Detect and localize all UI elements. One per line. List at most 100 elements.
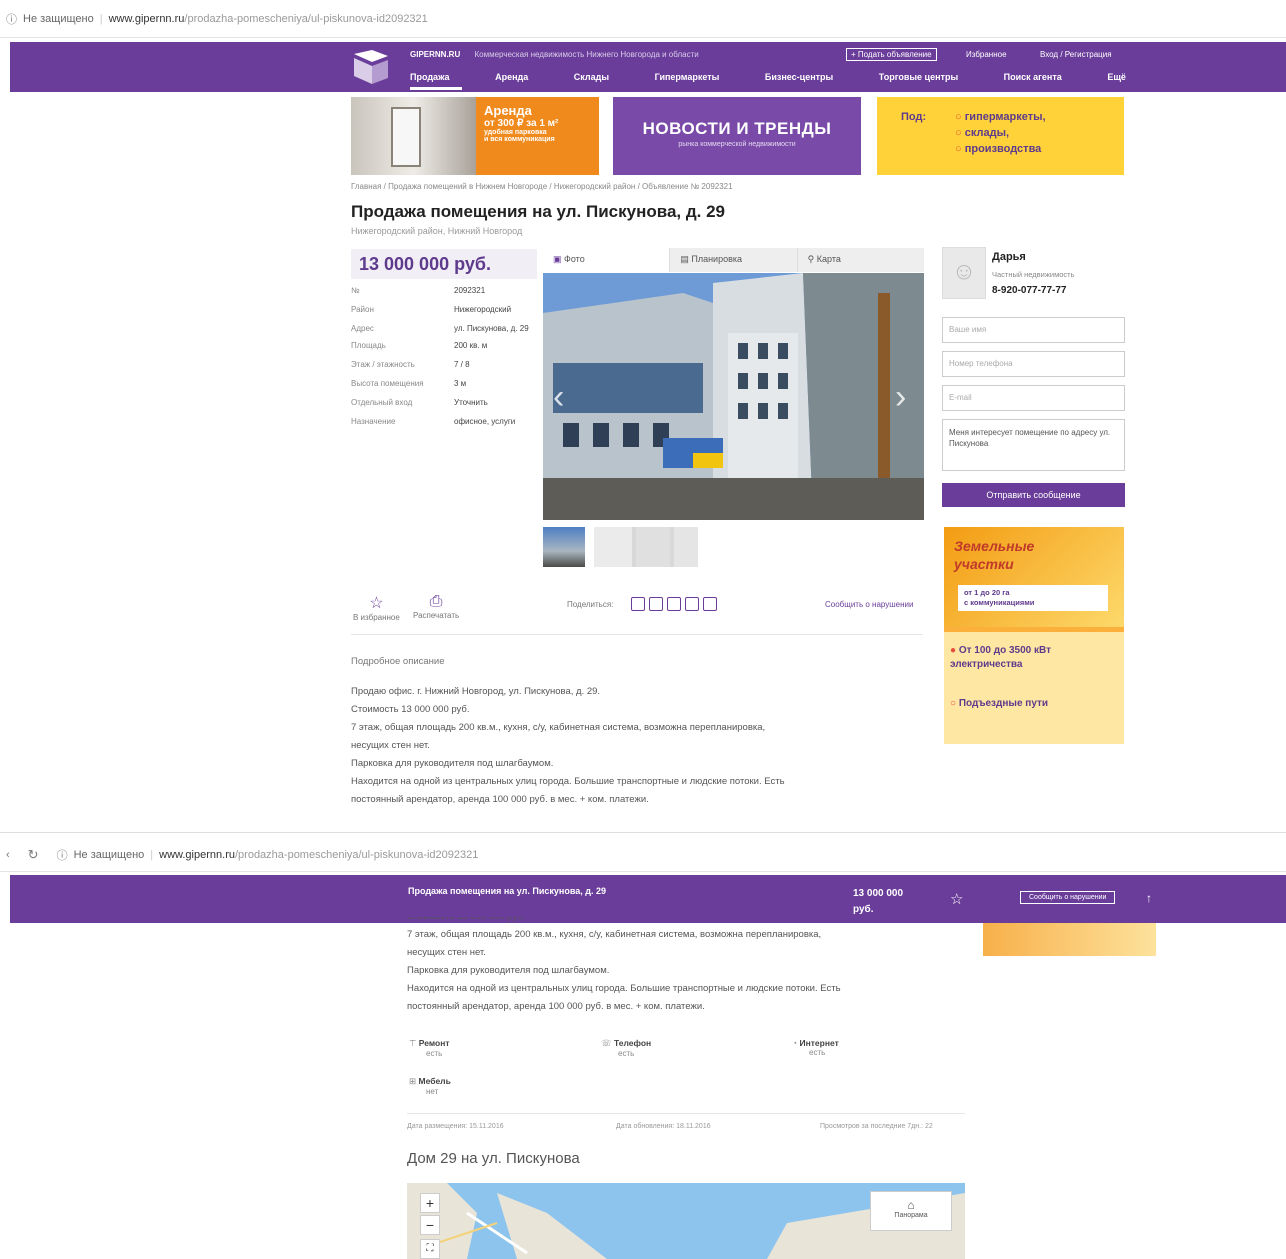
tab-photo[interactable]: ▣ Фото <box>543 248 671 272</box>
nav-item-sale[interactable]: Продажа <box>410 72 450 82</box>
description-line: Парковка для руководителя под шлагбаумом… <box>407 965 610 976</box>
browser-address-bar[interactable]: ‹ ↻ ⓘ Не защищено | www.gipernn.ru/proda… <box>0 838 1286 872</box>
share-mail-icon[interactable] <box>703 597 717 611</box>
land-ad-area: от 1 до 20 га <box>964 588 1010 597</box>
land-ad-power: От 100 до 3500 кВт электричества <box>950 645 1051 670</box>
prop-key: Отдельный вход <box>351 398 413 407</box>
add-ad-button[interactable]: + Подать объявление <box>846 48 937 61</box>
nav-item-business-centers[interactable]: Бизнес-центры <box>765 72 833 82</box>
site-logo[interactable] <box>350 48 392 86</box>
sticky-report-button[interactable]: Сообщить о нарушении <box>1020 891 1116 904</box>
separator: | <box>150 848 154 861</box>
prop-row: Площадь 200 кв. м <box>351 341 541 350</box>
description-line: несущих стен нет. <box>351 740 430 751</box>
land-ad-title: Земельные участки <box>954 538 1035 572</box>
security-label: Не защищено <box>73 848 145 861</box>
message-textarea[interactable]: Меня интересует помещение по адресу ул. … <box>942 419 1125 471</box>
main-photo[interactable]: ‹ › <box>543 273 924 520</box>
photo-thumbnail[interactable] <box>543 527 585 567</box>
sticky-price-number: 13 000 000 <box>853 888 904 899</box>
breadcrumb[interactable]: Главная / Продажа помещений в Нижнем Нов… <box>351 182 733 191</box>
report-link[interactable]: Сообщить о нарушении <box>825 600 913 609</box>
site-tagline: Коммерческая недвижимость Нижнего Новгор… <box>474 50 699 59</box>
share-twitter-icon[interactable] <box>685 597 699 611</box>
nav-item-agents[interactable]: Поиск агента <box>1004 72 1062 82</box>
reload-icon[interactable]: ↻ <box>28 847 39 863</box>
photo-thumbnail[interactable] <box>632 527 674 567</box>
banner-hypermarkets[interactable]: Под: ○ гипермаркеты, ○ склады, ○ произво… <box>877 97 1124 175</box>
banner-rent[interactable]: Аренда от 300 ₽ за 1 м² удобная парковка… <box>351 97 599 175</box>
zoom-out-button[interactable]: − <box>420 1215 440 1235</box>
share-ok-icon[interactable] <box>667 597 681 611</box>
url-text[interactable]: www.gipernn.ru/prodazha-pomescheniya/ul-… <box>109 13 428 25</box>
phone-icon: ☏ <box>601 1038 612 1048</box>
next-photo-arrow-icon[interactable]: › <box>895 378 906 417</box>
phone-field[interactable]: Номер телефона <box>942 351 1125 377</box>
ad-fragment[interactable] <box>983 923 1156 956</box>
description-line: постоянный арендатор, аренда 100 000 руб… <box>351 794 649 805</box>
nav-item-rent[interactable]: Аренда <box>495 72 528 82</box>
description-heading: Подробное описание <box>351 656 445 667</box>
prop-value: 2092321 <box>454 286 486 295</box>
prop-row: Высота помещения 3 м <box>351 379 541 388</box>
login-link[interactable]: Вход / Регистрация <box>1040 50 1112 59</box>
nav-item-hypermarkets[interactable]: Гипермаркеты <box>655 72 720 82</box>
description-text: Продаю офис. г. Нижний Новгород, ул. Пис… <box>351 683 923 809</box>
print-action[interactable]: ⎙ Распечатать <box>413 593 459 620</box>
browser-address-bar[interactable]: ⓘ Не защищено | www.gipernn.ru/prodazha-… <box>0 0 1286 38</box>
bullet-icon: ○ <box>955 127 962 139</box>
url-text[interactable]: www.gipernn.ru/prodazha-pomescheniya/ul-… <box>159 849 478 861</box>
wifi-icon: ◔ <box>792 1038 798 1048</box>
sticky-price-currency: руб. <box>853 904 874 915</box>
info-icon[interactable]: ⓘ <box>57 847 68 863</box>
send-message-button[interactable]: Отправить сообщение <box>942 483 1125 507</box>
back-arrow-icon[interactable]: ‹ <box>6 849 10 861</box>
prop-row: Район Нижегородский <box>351 305 541 314</box>
main-nav: Продажа Аренда Склады Гипермаркеты Бизне… <box>410 72 1126 82</box>
zoom-in-button[interactable]: + <box>420 1193 440 1213</box>
star-icon: ☆ <box>369 595 384 612</box>
description-line: Находится на одной из центральных улиц г… <box>407 983 841 994</box>
banner-news-title: НОВОСТИ И ТРЕНДЫ <box>642 119 832 138</box>
prop-value: офисное, услуги <box>454 417 516 426</box>
date-placed: Дата размещения: 15.11.2016 <box>407 1123 504 1130</box>
favorite-action[interactable]: ☆ В избранное <box>353 593 400 622</box>
prop-value: 7 / 8 <box>454 360 470 369</box>
land-plots-ad[interactable]: Земельные участки от 1 до 20 га с коммун… <box>944 527 1124 744</box>
chair-icon: ⊞ <box>409 1076 417 1086</box>
nav-item-malls[interactable]: Торговые центры <box>879 72 958 82</box>
name-field[interactable]: Ваше имя <box>942 317 1125 343</box>
panorama-button[interactable]: ⌂ Панорама <box>870 1191 952 1231</box>
separator: | <box>99 12 103 25</box>
banner-rent-price: от 300 ₽ за 1 м² <box>484 118 559 129</box>
tab-plan[interactable]: ▤ Планировка <box>670 248 798 272</box>
prop-row: Назначение офисное, услуги <box>351 417 541 426</box>
price-label: 13 000 000 руб. <box>351 249 537 279</box>
photo-thumbnail[interactable] <box>670 527 698 567</box>
photo-thumbnail[interactable] <box>594 527 636 567</box>
info-icon[interactable]: ⓘ <box>6 11 17 27</box>
share-vk-icon[interactable] <box>631 597 645 611</box>
banner-news[interactable]: НОВОСТИ И ТРЕНДЫ рынка коммерческой недв… <box>613 97 861 175</box>
favorites-link[interactable]: Избранное <box>966 50 1007 59</box>
scroll-top-icon[interactable]: ↑ <box>1146 891 1152 905</box>
share-fb-icon[interactable] <box>649 597 663 611</box>
prev-photo-arrow-icon[interactable]: ‹ <box>553 378 564 417</box>
tab-map[interactable]: ⚲ Карта <box>798 248 924 272</box>
nav-item-warehouses[interactable]: Склады <box>574 72 609 82</box>
sticky-star-icon[interactable]: ☆ <box>950 890 963 908</box>
email-field[interactable]: E-mail <box>942 385 1125 411</box>
fullscreen-icon[interactable]: ⛶ <box>420 1239 440 1259</box>
url-path: /prodazha-pomescheniya/ul-piskunova-id20… <box>234 848 479 861</box>
prop-value: Уточнить <box>454 398 488 407</box>
agent-phone[interactable]: 8-920-077-77-77 <box>992 285 1067 296</box>
divider <box>351 634 923 635</box>
print-action-label: Распечатать <box>413 611 460 620</box>
road-icon: ○ <box>950 698 957 709</box>
nav-item-more[interactable]: Ещё <box>1107 72 1126 82</box>
tab-map-label: Карта <box>816 254 841 264</box>
feature-value: есть <box>426 1049 443 1058</box>
banner-hyper-item-3: производства <box>964 143 1042 155</box>
location-map[interactable]: + − ⛶ ⌂ Панорама <box>407 1183 965 1259</box>
banner-hyper-item-2: склады, <box>964 127 1010 139</box>
